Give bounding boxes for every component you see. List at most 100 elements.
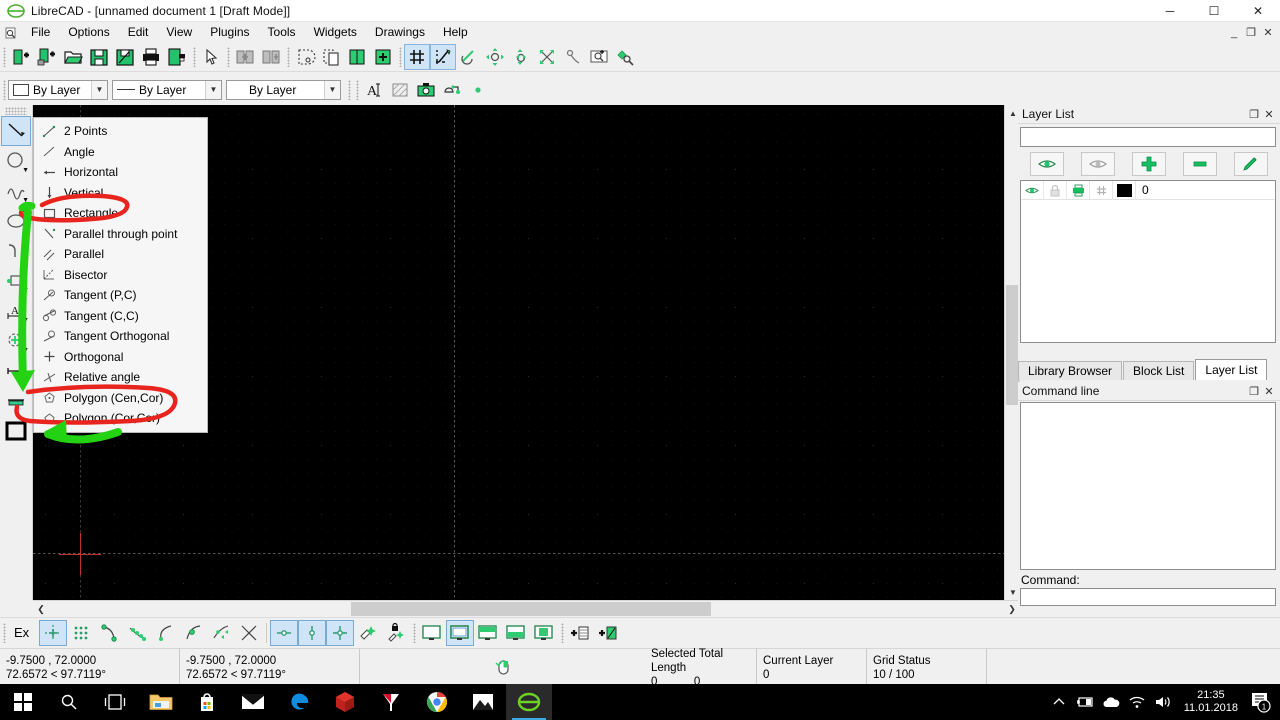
window-minimize-button[interactable]: ─: [1148, 0, 1192, 22]
toolbar-grip-5[interactable]: [396, 46, 404, 68]
tab-library-browser[interactable]: Library Browser: [1018, 361, 1123, 380]
draft-mode-icon[interactable]: [430, 44, 456, 70]
snap-grid-button[interactable]: [67, 620, 95, 646]
circle-tool[interactable]: ▼: [1, 146, 31, 176]
toolbar-grip[interactable]: [0, 46, 8, 68]
onedrive-icon[interactable]: [1098, 684, 1124, 720]
remove-layer-button[interactable]: [1182, 152, 1217, 176]
zoom-redraw-icon[interactable]: [456, 44, 482, 70]
menu-drawings[interactable]: Drawings: [366, 22, 434, 43]
menu-item-relative-angle[interactable]: Relative angle: [34, 367, 207, 388]
red-cube-app-button[interactable]: [322, 684, 368, 720]
menu-item-polygon-corner-corner[interactable]: Polygon (Cor,Cor): [34, 408, 207, 429]
wifi-icon[interactable]: [1124, 684, 1150, 720]
photos-button[interactable]: [460, 684, 506, 720]
mail-button[interactable]: [230, 684, 276, 720]
menu-edit[interactable]: Edit: [119, 22, 158, 43]
menu-plugins[interactable]: Plugins: [201, 22, 258, 43]
cut-icon[interactable]: [292, 44, 318, 70]
layer-dock-close-button[interactable]: ✕: [1263, 108, 1275, 121]
snap-center-button[interactable]: [151, 620, 179, 646]
print-icon[interactable]: [138, 44, 164, 70]
attributes-grip-2[interactable]: [345, 79, 353, 101]
tab-block-list[interactable]: Block List: [1123, 361, 1195, 380]
restrict-orthogonal-button[interactable]: [326, 619, 355, 646]
zoom-window-icon[interactable]: [586, 44, 612, 70]
layer-lock-toggle[interactable]: [1044, 180, 1067, 200]
notification-center-button[interactable]: 1: [1246, 684, 1276, 720]
menu-widgets[interactable]: Widgets: [305, 22, 366, 43]
start-button[interactable]: [0, 684, 46, 720]
zoom-pan-icon[interactable]: [560, 44, 586, 70]
spline-tool[interactable]: ▼: [1, 176, 31, 206]
window-maximize-button[interactable]: ☐: [1192, 0, 1236, 22]
show-hidden-icons-button[interactable]: [1046, 684, 1072, 720]
menu-item-angle[interactable]: Angle: [34, 142, 207, 163]
canvas-horizontal-scrollbar[interactable]: ❮ ❯: [33, 600, 1020, 617]
command-dock-close-button[interactable]: ✕: [1263, 385, 1275, 398]
show-all-layers-button[interactable]: [1030, 152, 1065, 176]
text-tool-icon[interactable]: A: [361, 77, 387, 103]
view-mode-4-button[interactable]: [502, 620, 530, 646]
layer-table[interactable]: 0: [1020, 180, 1276, 343]
snap-free-button[interactable]: [39, 619, 68, 646]
add-block-shortcut-button[interactable]: [594, 620, 622, 646]
menu-item-tangent-orthogonal[interactable]: Tangent Orthogonal: [34, 326, 207, 347]
zoom-in-icon[interactable]: [482, 44, 508, 70]
copy-icon[interactable]: [318, 44, 344, 70]
menu-item-rectangle[interactable]: Rectangle: [34, 203, 207, 224]
layer-print-toggle[interactable]: [1067, 180, 1090, 200]
info-tool[interactable]: ▼: [1, 356, 31, 386]
window-close-button[interactable]: ✕: [1236, 0, 1280, 22]
layer-visible-toggle[interactable]: [1021, 180, 1044, 200]
menu-item-tangent-cc[interactable]: Tangent (C,C): [34, 306, 207, 327]
menu-file[interactable]: File: [22, 22, 59, 43]
menu-item-bisector[interactable]: Bisector: [34, 265, 207, 286]
layer-color-swatch[interactable]: [1113, 180, 1136, 200]
modify-tool[interactable]: ▼: [1, 326, 31, 356]
paste-icon[interactable]: [344, 44, 370, 70]
save-icon[interactable]: [86, 44, 112, 70]
chrome-button[interactable]: [414, 684, 460, 720]
select-tool[interactable]: ▼: [1, 266, 31, 296]
line-tools-menu[interactable]: 2 Points Angle Horizontal Vertical Recta…: [33, 117, 208, 433]
save-as-icon[interactable]: [112, 44, 138, 70]
layer-tool[interactable]: [1, 386, 31, 416]
menu-item-tangent-pc[interactable]: Tangent (P,C): [34, 285, 207, 306]
layer-filter-input[interactable]: [1020, 127, 1276, 147]
zoom-out-icon[interactable]: [508, 44, 534, 70]
hide-all-layers-button[interactable]: [1081, 152, 1116, 176]
edge-button[interactable]: [276, 684, 322, 720]
restrict-horizontal-button[interactable]: [270, 619, 299, 646]
snap-intersection-button[interactable]: [235, 620, 263, 646]
restrict-vertical-button[interactable]: [298, 619, 327, 646]
tab-layer-list[interactable]: Layer List: [1195, 359, 1268, 380]
point-tool-icon[interactable]: [465, 77, 491, 103]
attributes-grip[interactable]: [0, 79, 8, 101]
task-view-button[interactable]: [92, 684, 138, 720]
view-mode-3-button[interactable]: [474, 620, 502, 646]
pen-color-combo[interactable]: By Layer ▼: [8, 79, 108, 100]
scroll-left-arrow-icon[interactable]: ❮: [33, 601, 49, 617]
table-row[interactable]: 0: [1021, 180, 1275, 200]
yandex-browser-button[interactable]: [368, 684, 414, 720]
block-tool-icon[interactable]: [439, 77, 465, 103]
ellipse-tool[interactable]: ▼: [1, 206, 31, 236]
mdi-restore-button[interactable]: ❐: [1243, 25, 1259, 41]
command-output-area[interactable]: [1020, 402, 1276, 570]
layer-construction-toggle[interactable]: [1090, 180, 1113, 200]
menu-item-2-points[interactable]: 2 Points: [34, 121, 207, 142]
add-layer-shortcut-button[interactable]: [566, 620, 594, 646]
chevron-down-icon[interactable]: ▼: [324, 80, 340, 99]
pen-width-combo[interactable]: By Layer ▼: [226, 79, 341, 100]
paste-special-icon[interactable]: [370, 44, 396, 70]
librecad-button[interactable]: [506, 684, 552, 720]
menu-help[interactable]: Help: [434, 22, 477, 43]
microsoft-store-button[interactable]: [184, 684, 230, 720]
zoom-auto-icon[interactable]: [534, 44, 560, 70]
chevron-down-icon[interactable]: ▼: [205, 80, 221, 99]
snap-endpoint-button[interactable]: [95, 620, 123, 646]
mdi-close-button[interactable]: ✕: [1260, 25, 1276, 41]
layer-dock-float-button[interactable]: ❐: [1248, 108, 1260, 121]
view-mode-5-button[interactable]: [530, 620, 558, 646]
